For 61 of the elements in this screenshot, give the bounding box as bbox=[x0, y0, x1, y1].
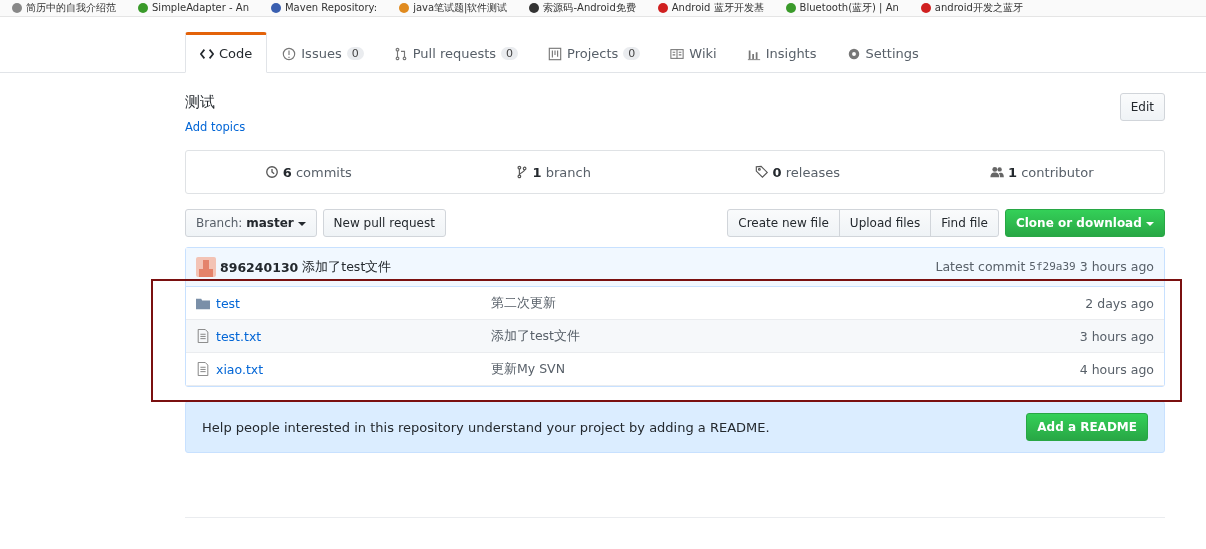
count-badge: 0 bbox=[346, 47, 364, 60]
file-icon bbox=[196, 329, 210, 343]
tag-icon bbox=[754, 165, 769, 179]
count-badge: 0 bbox=[501, 47, 519, 60]
commit-sha[interactable]: 5f29a39 bbox=[1029, 259, 1076, 275]
bookmark-link[interactable]: 索源码-Android免费 bbox=[529, 0, 636, 16]
project-icon bbox=[548, 46, 563, 61]
avatar-icon bbox=[196, 257, 216, 277]
issue-icon bbox=[282, 46, 297, 61]
summary-link[interactable]: 0 releases bbox=[675, 151, 920, 193]
new-pull-request-button[interactable]: New pull request bbox=[322, 209, 446, 237]
repo-tab[interactable]: Code bbox=[185, 32, 268, 73]
repo-description: 测试 bbox=[185, 93, 216, 112]
bookmark-link[interactable]: Bluetooth(蓝牙) | An bbox=[785, 0, 899, 16]
book-icon bbox=[670, 46, 685, 61]
bookmark-link[interactable]: SimpleAdapter - An bbox=[138, 0, 249, 16]
caret-icon bbox=[297, 221, 306, 226]
file-name-link[interactable]: test.txt bbox=[216, 328, 262, 344]
latest-commit-label: Latest commit bbox=[935, 259, 1026, 275]
edit-button[interactable]: Edit bbox=[1119, 93, 1165, 121]
add-topics-link[interactable]: Add topics bbox=[185, 120, 246, 134]
file-icon bbox=[196, 362, 210, 376]
notice-text: Help people interested in this repository understand your project by adding a README. bbox=[202, 419, 770, 435]
file-age: 2 days ago bbox=[1085, 295, 1154, 311]
bookmark-link[interactable]: Android 蓝牙开发基 bbox=[657, 0, 764, 16]
repo-tab[interactable]: Issues 0 bbox=[267, 32, 379, 73]
repo-tab[interactable]: Insights bbox=[731, 32, 832, 73]
bookmark-link[interactable]: android开发之蓝牙 bbox=[920, 0, 1023, 16]
commit-message-link[interactable]: 添加了test文件 bbox=[491, 327, 891, 345]
commit-message-link[interactable]: 更新My SVN bbox=[491, 360, 891, 378]
branch-icon bbox=[514, 165, 529, 179]
people-icon bbox=[990, 165, 1004, 179]
count-badge: 0 bbox=[623, 47, 641, 60]
commit-message-link[interactable]: 第二次更新 bbox=[491, 294, 891, 312]
summary-link[interactable]: 6 commits bbox=[186, 151, 431, 193]
file-action-button[interactable]: Find file bbox=[930, 209, 999, 237]
repo-tab[interactable]: Settings bbox=[831, 32, 934, 73]
code-icon bbox=[200, 46, 214, 61]
summary-link[interactable]: 1 contributor bbox=[919, 151, 1164, 193]
history-icon bbox=[264, 165, 279, 179]
bookmark-link[interactable]: java笔试题|软件测试 bbox=[399, 0, 508, 16]
file-name-link[interactable]: xiao.txt bbox=[216, 361, 264, 377]
summary-link[interactable]: 1 branch bbox=[430, 151, 675, 193]
file-age: 4 hours ago bbox=[1079, 361, 1154, 377]
bookmark-link[interactable]: 简历中的自我介绍范 bbox=[12, 0, 116, 16]
repo-tab[interactable]: Projects 0 bbox=[533, 32, 656, 73]
folder-icon bbox=[196, 296, 210, 310]
file-age: 3 hours ago bbox=[1079, 328, 1154, 344]
repo-tab[interactable]: Wiki bbox=[655, 32, 732, 73]
file-name-link[interactable]: test bbox=[216, 295, 240, 311]
commit-message[interactable]: 添加了test文件 bbox=[302, 258, 392, 276]
bookmark-link[interactable]: Maven Repository: bbox=[270, 0, 378, 16]
file-action-button[interactable]: Create new file bbox=[727, 209, 840, 237]
commit-age: 3 hours ago bbox=[1079, 259, 1154, 275]
repo-tab[interactable]: Pull requests 0 bbox=[378, 32, 534, 73]
gear-icon bbox=[846, 46, 861, 61]
caret-icon bbox=[1146, 221, 1154, 226]
commit-author[interactable]: 896240130 bbox=[220, 259, 299, 275]
pull-request-icon bbox=[393, 46, 408, 61]
file-action-button[interactable]: Upload files bbox=[838, 209, 932, 237]
branch-select[interactable]: Branch: master bbox=[185, 209, 317, 237]
